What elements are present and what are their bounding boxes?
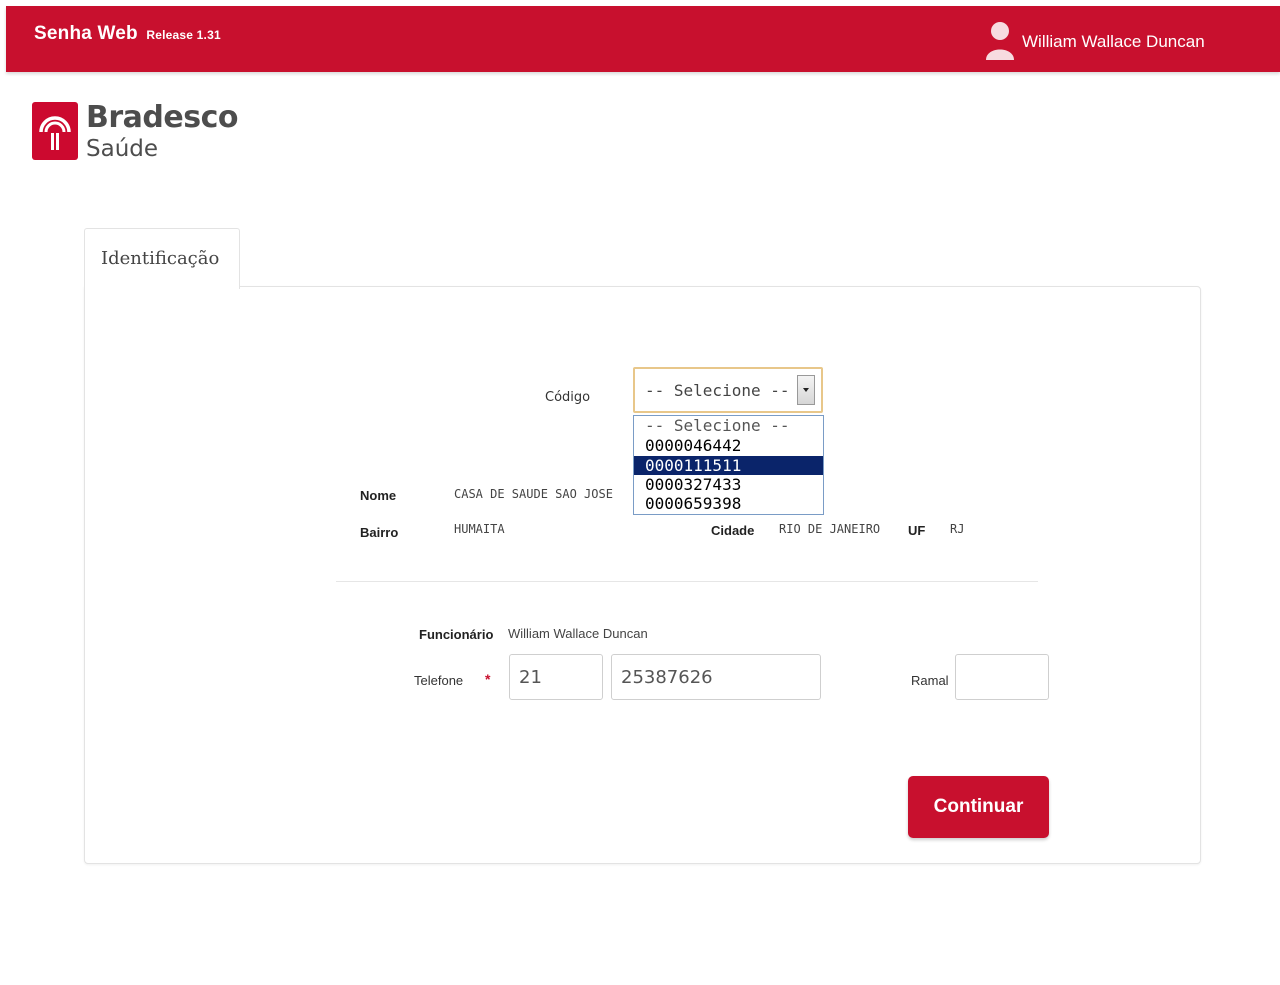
cidade-label: Cidade [711,523,755,538]
nome-value: CASA DE SAUDE SAO JOSE [454,487,613,501]
codigo-select-value: -- Selecione -- [645,381,790,400]
codigo-option[interactable]: 0000659398 [634,494,823,513]
app-release: Release 1.31 [146,28,221,42]
user-icon [986,22,1014,60]
uf-value: RJ [950,522,965,536]
continuar-button[interactable]: Continuar [908,776,1049,838]
funcionario-label: Funcionário [419,627,494,642]
tab-identificacao[interactable]: Identificação [84,228,240,289]
ramal-input[interactable] [955,654,1049,700]
telefone-numero-input[interactable] [611,654,821,700]
app-name: Senha Web [34,23,138,44]
codigo-option[interactable]: -- Selecione -- [634,416,823,435]
user-name: William Wallace Duncan [1022,32,1205,51]
bradesco-logo-icon [32,102,78,160]
codigo-option[interactable]: 0000327433 [634,475,823,494]
codigo-dropdown: -- Selecione -- 0000046442 0000111511 00… [633,415,824,515]
section-divider [336,581,1038,582]
tab-label: Identificação [101,248,220,269]
codigo-label: Código [545,390,591,405]
codigo-option-highlighted[interactable]: 0000111511 [634,456,823,475]
codigo-select[interactable]: -- Selecione -- [633,367,823,413]
chevron-down-icon[interactable] [797,375,815,405]
telefone-label: Telefone [414,673,464,688]
funcionario-value: William Wallace Duncan [508,626,648,641]
logo-brand: Bradesco [86,100,238,135]
top-bar: Senha Web Release 1.31 William Wallace D… [6,6,1280,72]
required-marker: * [485,671,491,687]
app-title: Senha Web Release 1.31 [34,23,221,45]
logo-sub: Saúde [86,136,159,162]
bairro-value: HUMAITA [454,522,505,536]
bradesco-saude-logo: Bradesco Saúde [32,100,238,164]
ramal-label: Ramal [911,673,949,688]
codigo-option[interactable]: 0000046442 [634,436,823,455]
uf-label: UF [908,523,926,538]
nome-label: Nome [360,488,397,503]
telefone-ddd-input[interactable] [509,654,603,700]
cidade-value: RIO DE JANEIRO [779,522,881,536]
bairro-label: Bairro [360,525,399,540]
